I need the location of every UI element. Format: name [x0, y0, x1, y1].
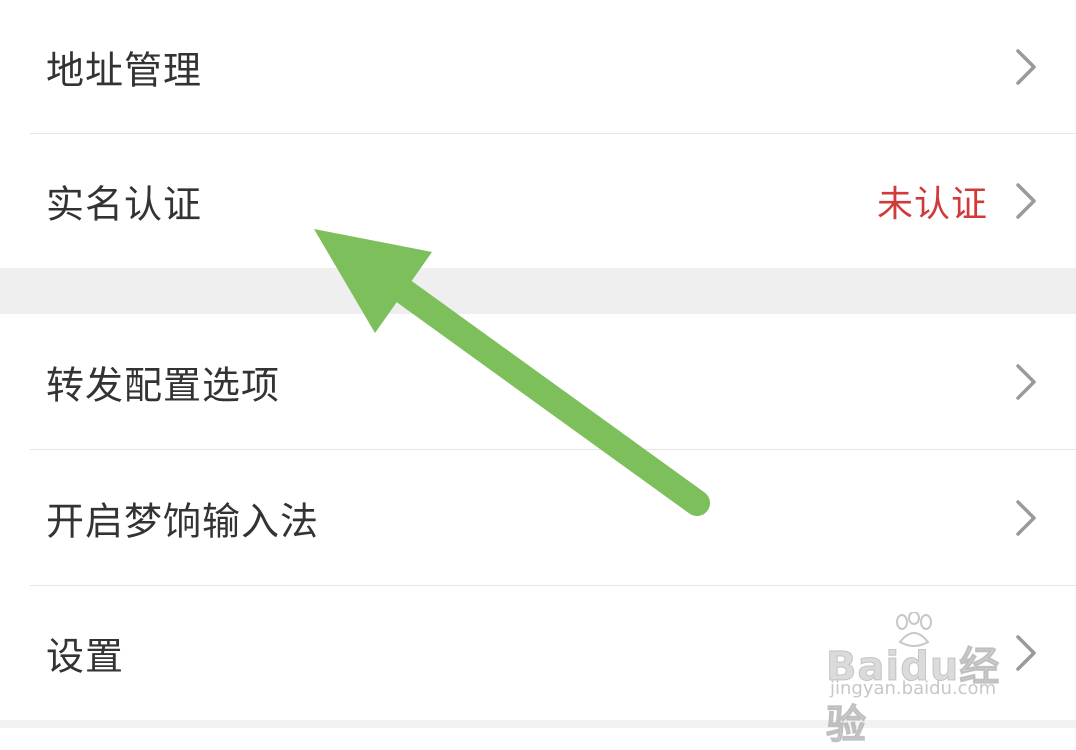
- baidu-watermark: Baidu经验 jingyan.baidu.com: [826, 612, 1036, 749]
- chevron-right-icon: [1016, 48, 1036, 85]
- verification-status: 未认证: [876, 184, 988, 225]
- menu-item-real-name-verification[interactable]: 实名认证 未认证: [0, 134, 1076, 268]
- chevron-right-icon: [1016, 183, 1036, 219]
- watermark-url: jingyan.baidu.com: [830, 678, 997, 699]
- menu-item-label: 开启梦饷输入法: [46, 499, 320, 543]
- menu-item-enable-input-method[interactable]: 开启梦饷输入法: [0, 450, 1076, 585]
- section-gap: [0, 268, 1076, 314]
- chevron-right-icon: [1016, 499, 1036, 536]
- menu-item-label: 设置: [46, 634, 125, 679]
- menu-item-label: 转发配置选项: [46, 363, 281, 407]
- menu-item-label: 实名认证: [46, 182, 203, 227]
- menu-item-label: 地址管理: [46, 48, 203, 92]
- menu-item-address[interactable]: 地址管理: [0, 0, 1076, 133]
- menu-item-forwarding-config[interactable]: 转发配置选项: [0, 314, 1076, 449]
- chevron-right-icon: [1016, 363, 1036, 400]
